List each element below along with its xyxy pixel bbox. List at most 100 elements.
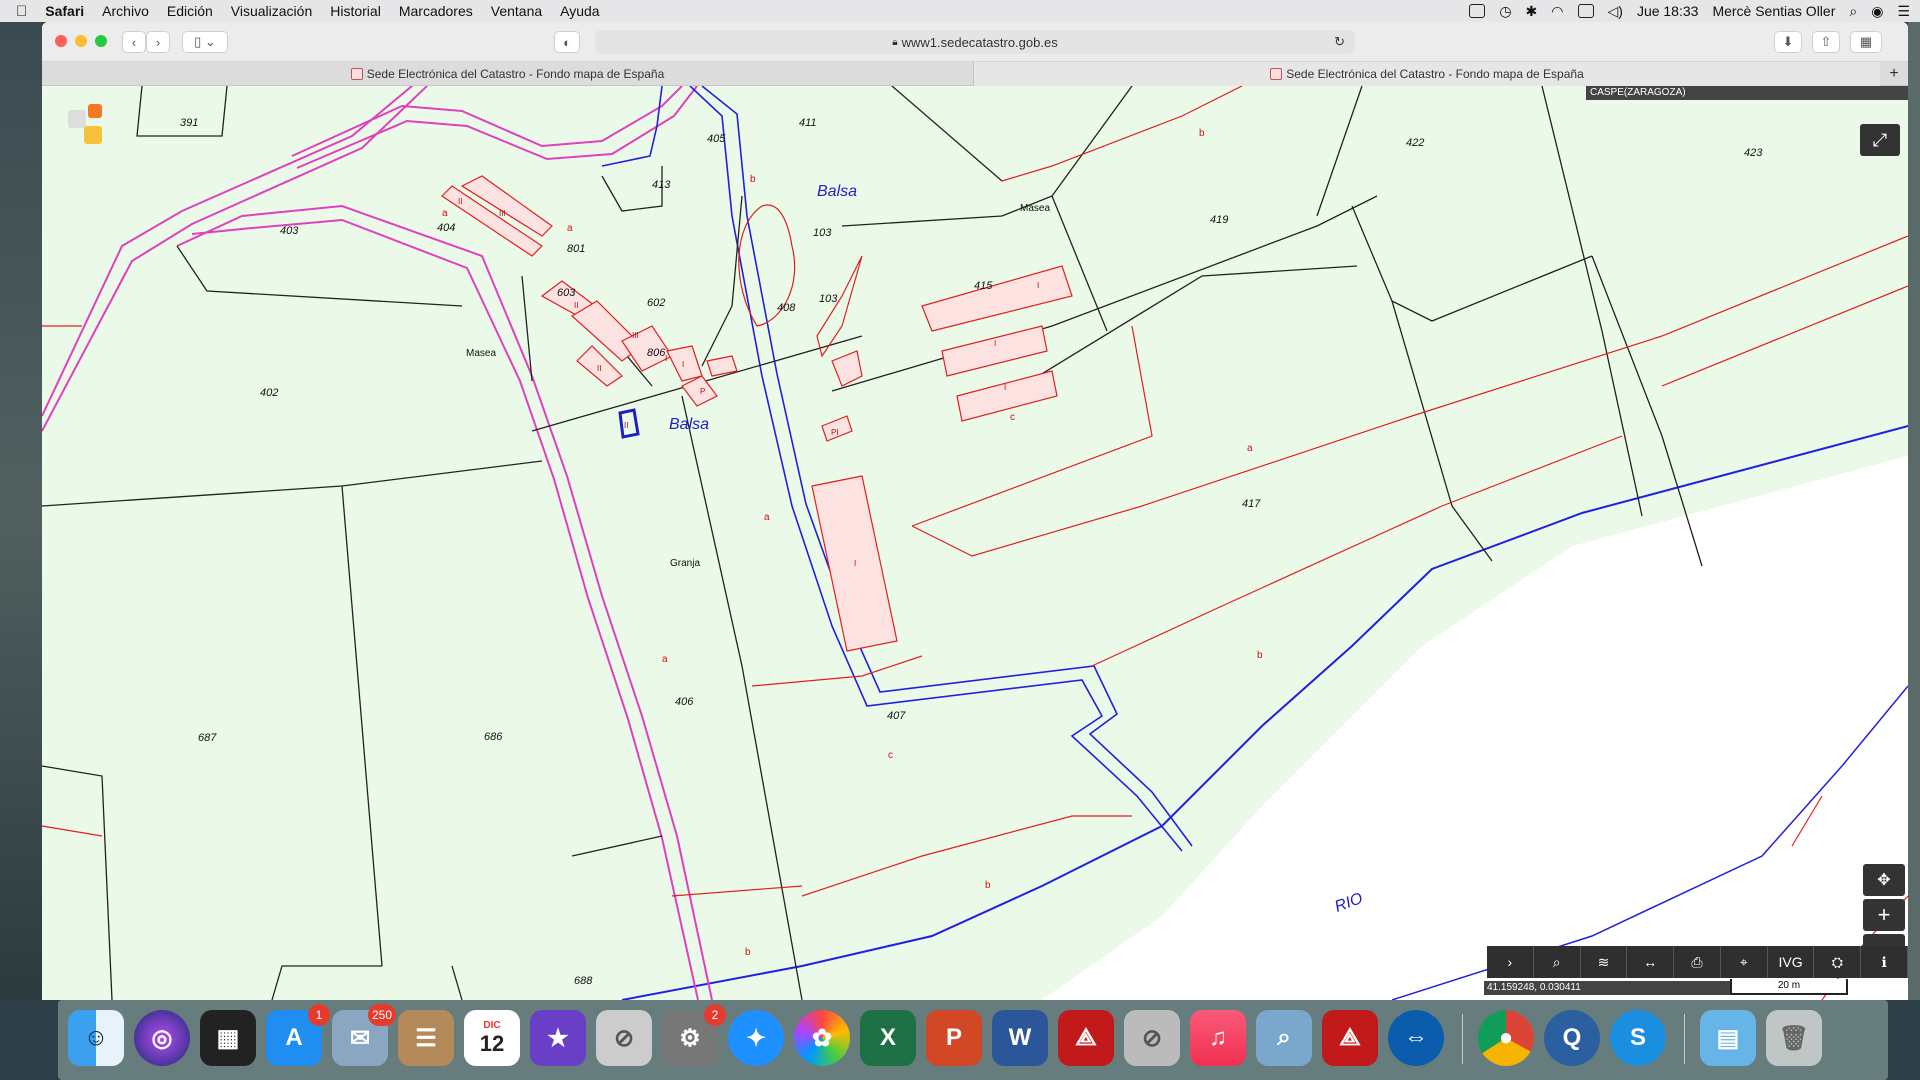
- parcel-label: 806: [647, 347, 666, 359]
- address-bar[interactable]: 🔒︎ www1.sedecatastro.gob.es ↻: [595, 30, 1355, 54]
- powerpoint-icon[interactable]: P: [926, 1010, 982, 1066]
- word-icon[interactable]: W: [992, 1010, 1048, 1066]
- new-tab-button[interactable]: +: [1880, 62, 1908, 86]
- pan-button[interactable]: ✥: [1863, 864, 1905, 896]
- use-label: I: [994, 339, 996, 348]
- parcel-label: 419: [1210, 214, 1228, 226]
- time-machine-icon[interactable]: ◷: [1499, 3, 1511, 20]
- notification-center-icon[interactable]: ☰: [1897, 3, 1910, 20]
- share-button[interactable]: ⇧: [1812, 31, 1840, 53]
- menu-marcadores[interactable]: Marcadores: [390, 3, 482, 19]
- downloads-button[interactable]: ⬇: [1774, 31, 1802, 53]
- minimize-window-button[interactable]: [75, 35, 87, 47]
- menu-app-name[interactable]: Safari: [36, 3, 93, 19]
- tab-1[interactable]: Sede Electrónica del Catastro - Fondo ma…: [42, 62, 974, 86]
- parcel-label: 688: [574, 975, 593, 987]
- browser-toolbar: ‹ › ▯ ⌄ ◐ 🔒︎ www1.sedecatastro.gob.es ↻ …: [42, 22, 1908, 62]
- quicktime-icon[interactable]: Q: [1544, 1010, 1600, 1066]
- menu-ventana[interactable]: Ventana: [482, 3, 551, 19]
- app-store-icon[interactable]: A1: [266, 1004, 330, 1066]
- channel-right: [701, 86, 1193, 847]
- print-button[interactable]: ⎙: [1674, 946, 1721, 978]
- contacts-icon[interactable]: ☰: [398, 1010, 454, 1066]
- wifi-icon[interactable]: ◠: [1551, 3, 1563, 20]
- system-preferences-icon[interactable]: ⚙ 2: [662, 1004, 726, 1066]
- layers-button[interactable]: ≋: [1581, 946, 1628, 978]
- building-6: [666, 345, 703, 382]
- use-label: P: [700, 387, 705, 396]
- screen-record-icon[interactable]: [1469, 4, 1486, 18]
- chrome-icon[interactable]: ●: [1478, 1010, 1534, 1066]
- blocked-app-icon[interactable]: ⊘: [596, 1010, 652, 1066]
- menu-archivo[interactable]: Archivo: [93, 3, 158, 19]
- menu-edicion[interactable]: Edición: [158, 3, 222, 19]
- zoom-in-button[interactable]: +: [1863, 899, 1905, 931]
- parcel-info-button[interactable]: ⌖: [1721, 946, 1768, 978]
- parcel-label: 391: [180, 117, 198, 129]
- catastro-logo[interactable]: [64, 104, 108, 148]
- water-channel: [601, 86, 1193, 852]
- cadastral-button[interactable]: ⛭: [1814, 946, 1862, 978]
- finder-icon[interactable]: ☺: [68, 1010, 124, 1066]
- photos-icon[interactable]: ✿: [794, 1010, 850, 1066]
- forward-button[interactable]: ›: [146, 31, 170, 53]
- user-name[interactable]: Mercè Sentias Oller: [1712, 3, 1835, 19]
- search-button[interactable]: ⌕: [1534, 946, 1581, 978]
- acrobat-reader-icon[interactable]: ⟁: [1322, 1010, 1378, 1066]
- zoom-window-button[interactable]: [95, 35, 107, 47]
- safari-icon[interactable]: ✦: [728, 1010, 784, 1066]
- mail-icon[interactable]: ✉ 250: [332, 1004, 396, 1066]
- apple-icon[interactable]: : [0, 3, 36, 20]
- building-14: [956, 370, 1058, 422]
- trash-icon[interactable]: 🗑︎: [1766, 1010, 1822, 1066]
- sidebar-toggle-button[interactable]: ▯ ⌄: [182, 31, 228, 53]
- measure-button[interactable]: ↔: [1627, 946, 1675, 978]
- parcel-label: 411: [799, 117, 817, 129]
- bluetooth-icon[interactable]: ✱: [1526, 3, 1538, 20]
- subparcel-label: b: [750, 174, 756, 185]
- privacy-shield-icon[interactable]: ◐: [554, 31, 580, 53]
- close-window-button[interactable]: [55, 35, 67, 47]
- menu-historial[interactable]: Historial: [321, 3, 390, 19]
- acrobat-icon[interactable]: ⟁: [1058, 1010, 1114, 1066]
- menu-ayuda[interactable]: Ayuda: [551, 3, 608, 19]
- spotlight-icon[interactable]: ⌕: [1849, 3, 1857, 20]
- building-12: [921, 265, 1073, 332]
- tab-2[interactable]: Sede Electrónica del Catastro - Fondo ma…: [974, 62, 1880, 86]
- back-button[interactable]: ‹: [122, 31, 146, 53]
- parcel-line-11: [1051, 86, 1133, 197]
- parcel-line-2: [176, 245, 463, 307]
- fullscreen-icon[interactable]: ⤢: [1860, 124, 1900, 156]
- info-button[interactable]: ℹ: [1861, 946, 1908, 978]
- menu-visualizacion[interactable]: Visualización: [222, 3, 321, 19]
- cadastral-map[interactable]: 391 403 404 405 411 413 801 603 602 806 …: [42, 86, 1908, 1000]
- music-icon[interactable]: ♫: [1190, 1010, 1246, 1066]
- parcel-line-23: [451, 965, 463, 1000]
- calendar-icon[interactable]: DIC 12: [464, 1010, 520, 1066]
- use-label: I: [1004, 383, 1006, 392]
- display-icon[interactable]: [1577, 4, 1594, 18]
- mission-control-icon[interactable]: ▦: [200, 1010, 256, 1066]
- dock-separator: [1684, 1014, 1685, 1064]
- selected-parcel: [618, 408, 640, 439]
- preview-icon[interactable]: ⌕: [1256, 1010, 1312, 1066]
- volume-icon[interactable]: ◁): [1608, 3, 1623, 20]
- imovie-icon[interactable]: ★: [530, 1010, 586, 1066]
- applications-folder-icon[interactable]: ▤: [1700, 1010, 1756, 1066]
- tab-overview-button[interactable]: ▦: [1850, 31, 1882, 53]
- blocked-app-2-icon[interactable]: ⊘: [1124, 1010, 1180, 1066]
- road-c: [176, 204, 713, 1000]
- use-label: I: [665, 354, 667, 363]
- excel-icon[interactable]: X: [860, 1010, 916, 1066]
- siri-icon[interactable]: ◎: [134, 1010, 190, 1066]
- map-canvas[interactable]: 391 403 404 405 411 413 801 603 602 806 …: [42, 86, 1908, 1000]
- siri-icon[interactable]: ◉: [1871, 3, 1883, 20]
- skype-icon[interactable]: S: [1610, 1010, 1666, 1066]
- clock[interactable]: Jue 18:33: [1637, 3, 1699, 19]
- reload-icon[interactable]: ↻: [1334, 34, 1345, 50]
- sub-line-8: [801, 815, 1132, 897]
- ivg-button[interactable]: IVG: [1768, 946, 1815, 978]
- app-store-badge: 1: [308, 1004, 330, 1026]
- teamviewer-icon[interactable]: ⇔: [1388, 1010, 1444, 1066]
- expand-toolbar-button[interactable]: ›: [1487, 946, 1534, 978]
